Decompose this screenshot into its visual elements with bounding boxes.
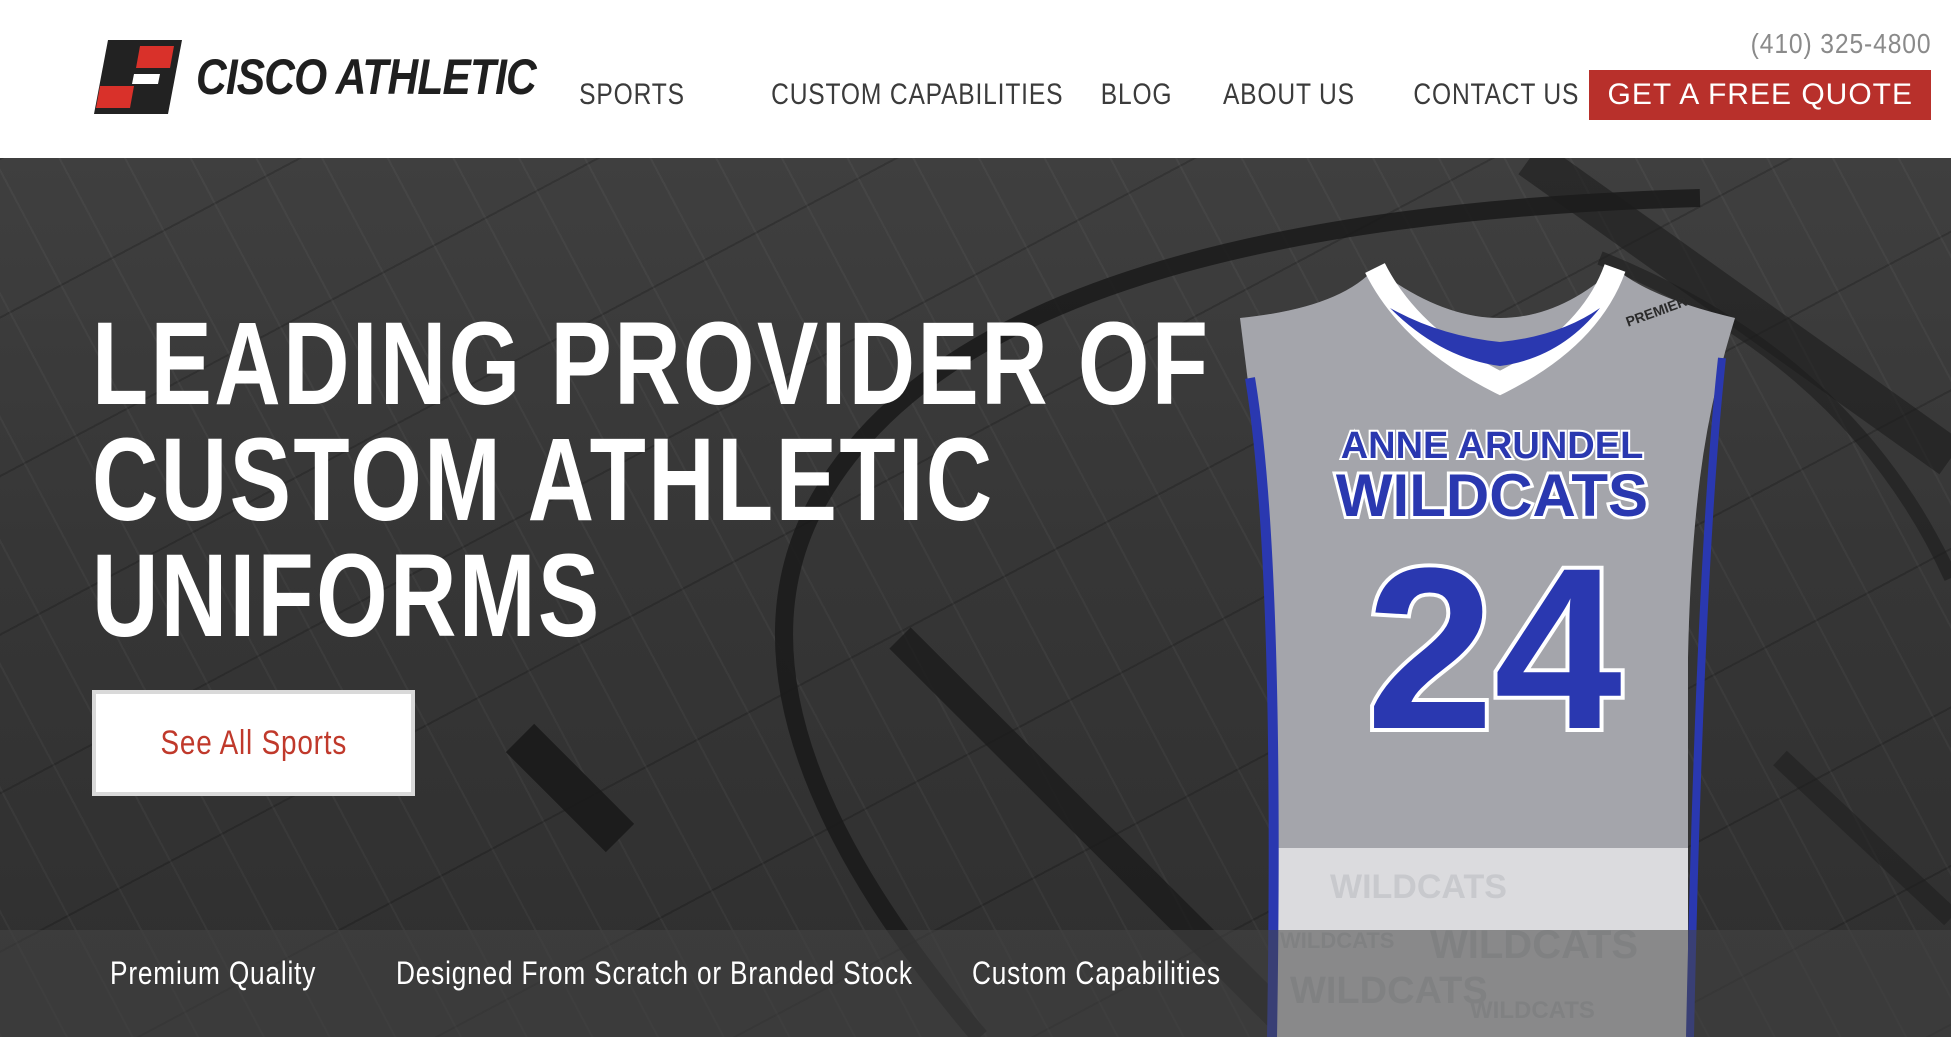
feature-item: Custom Capabilities [954,955,1254,992]
nav-custom-capabilities[interactable]: CUSTOM CAPABILITIES [771,78,1063,112]
brand-name: CISCO ATHLETIC [196,49,537,105]
hero-heading-line: UNIFORMS [92,530,602,662]
jersey-team-mascot: WILDCATS [1336,462,1648,529]
basketball-jersey-image: ANNE ARUNDEL WILDCATS 24 PREMIER WILDCAT… [1240,262,1735,1037]
nav-about-us[interactable]: ABOUT US [1223,78,1355,112]
features-list: Premium Quality Designed From Scratch or… [92,948,1290,998]
nav-blog[interactable]: BLOG [1101,78,1173,112]
nav-contact-us[interactable]: CONTACT US [1414,78,1580,112]
brand-logo-icon [94,40,182,114]
see-all-sports-label: See All Sports [160,723,347,762]
feature-item: Premium Quality [92,955,342,992]
feature-item: Designed From Scratch or Branded Stock [378,955,918,992]
hero-heading-line: CUSTOM ATHLETIC [92,414,995,546]
hero-heading-line: LEADING PROVIDER OF [92,298,1211,430]
hero-section: LEADING PROVIDER OF CUSTOM ATHLETIC UNIF… [0,158,1951,1037]
brand-logo[interactable]: CISCO ATHLETIC [94,40,596,114]
see-all-sports-button[interactable]: See All Sports [92,690,415,796]
feature-label: Premium Quality [110,954,317,991]
main-nav: SPORTS CUSTOM CAPABILITIES BLOG ABOUT US… [534,70,1931,120]
jersey-pattern-text: WILDCATS [1330,868,1507,906]
phone-number[interactable]: (410) 325-4800 [1750,28,1931,60]
site-header: CISCO ATHLETIC (410) 325-4800 SPORTS CUS… [0,0,1951,158]
jersey-team-name: ANNE ARUNDEL [1341,425,1644,467]
hero-heading: LEADING PROVIDER OF CUSTOM ATHLETIC UNIF… [92,298,1211,662]
get-free-quote-button[interactable]: GET A FREE QUOTE [1589,70,1931,120]
jersey-number: 24 [1366,520,1622,777]
feature-label: Custom Capabilities [972,954,1221,991]
nav-sports[interactable]: SPORTS [579,78,685,112]
feature-label: Designed From Scratch or Branded Stock [396,954,913,991]
features-bar: Premium Quality Designed From Scratch or… [0,930,1951,1037]
